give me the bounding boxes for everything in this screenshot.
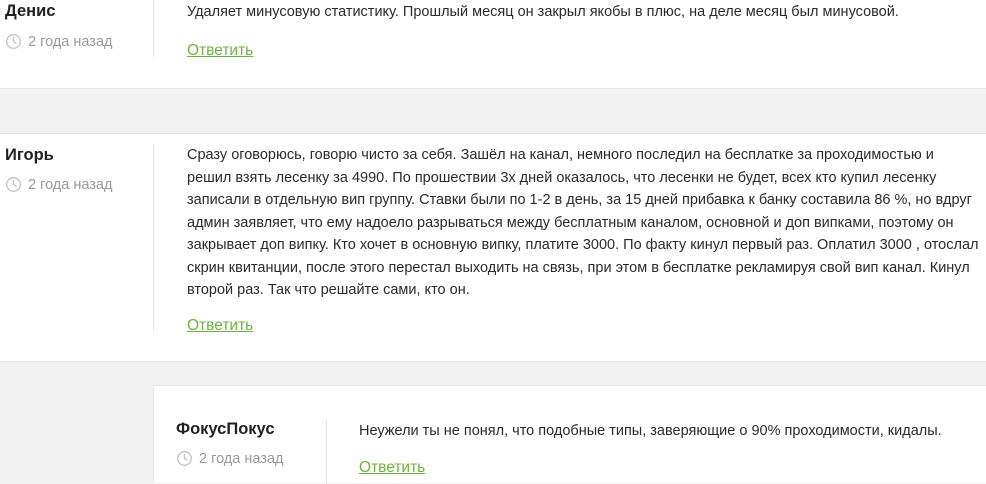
clock-icon <box>6 177 21 192</box>
comment-card: Игорь 2 года назад Сразу оговорюсь, гово… <box>0 133 986 362</box>
comment-meta: 2 года назад <box>5 176 112 193</box>
comment-author: Денис <box>5 2 56 20</box>
clock-icon <box>177 451 192 466</box>
divider <box>153 144 154 331</box>
reply-meta: 2 года назад <box>176 450 283 467</box>
comment-time: 2 года назад <box>28 33 113 50</box>
reply-link[interactable]: Ответить <box>187 42 253 60</box>
comment-time: 2 года назад <box>28 176 113 193</box>
divider <box>153 0 154 57</box>
comment-text: Удаляет минусовую статистику. Прошлый ме… <box>187 4 899 20</box>
comment-author: Игорь <box>5 146 54 164</box>
reply-link[interactable]: Ответить <box>187 317 253 335</box>
reply-link[interactable]: Ответить <box>359 459 425 477</box>
reply-author: ФокусПокус <box>176 420 275 438</box>
reply-time: 2 года назад <box>199 450 284 467</box>
comment-meta: 2 года назад <box>5 33 112 50</box>
reply-card: ФокусПокус 2 года назад Неужели ты не по… <box>153 385 986 484</box>
reply-text: Неужели ты не понял, что подобные типы, … <box>359 423 942 439</box>
comment-card: Денис 2 года назад Удаляет минусовую ста… <box>0 0 986 89</box>
comment-text: Сразу оговорюсь, говорю чисто за себя. З… <box>187 147 979 298</box>
divider <box>326 420 327 484</box>
clock-icon <box>6 34 21 49</box>
